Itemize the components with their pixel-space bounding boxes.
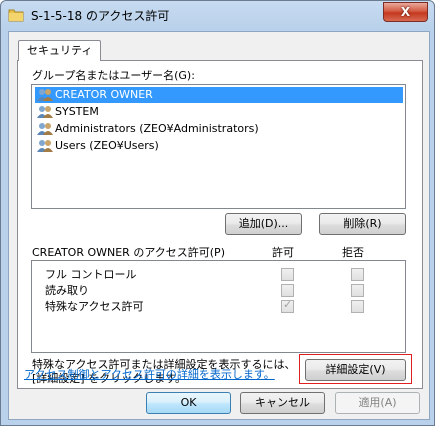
list-item[interactable]: Users (ZEO¥Users) <box>35 138 403 154</box>
user-group-icon <box>37 89 53 101</box>
folder-icon <box>8 9 24 22</box>
list-item-label: CREATOR OWNER <box>55 88 153 101</box>
list-item-label: SYSTEM <box>55 105 99 118</box>
allow-checkbox-special[interactable] <box>281 298 294 313</box>
security-tab-page: グループ名またはユーザー名(G): CREATOR OWNER SYSTEM A… <box>17 60 423 389</box>
permissions-header-label: CREATOR OWNER のアクセス許可(P) <box>32 246 225 259</box>
user-group-icon <box>37 140 53 152</box>
list-item[interactable]: SYSTEM <box>35 104 403 120</box>
deny-checkbox-special[interactable] <box>351 300 364 313</box>
list-item-label: Users (ZEO¥Users) <box>55 139 159 152</box>
ok-button[interactable]: OK <box>146 392 231 414</box>
apply-button[interactable]: 適用(A) <box>335 392 420 414</box>
tab-security[interactable]: セキュリティ <box>18 40 102 61</box>
permission-label: フル コントロール <box>45 268 137 281</box>
principals-label: グループ名またはユーザー名(G): <box>32 69 195 82</box>
close-icon: X <box>400 5 411 19</box>
list-item[interactable]: CREATOR OWNER <box>35 87 403 103</box>
permissions-list: フル コントロール 読み取り 特殊なアクセス許可 <box>31 260 406 353</box>
deny-checkbox-read[interactable] <box>351 284 364 297</box>
deny-column-header: 拒否 <box>342 246 364 259</box>
title-bar[interactable]: S-1-5-18 のアクセス許可 X <box>1 1 434 29</box>
help-link[interactable]: アクセス制御とアクセス許可の詳細を表示します。 <box>24 366 275 382</box>
permissions-dialog: S-1-5-18 のアクセス許可 X セキュリティ グループ名またはユーザー名(… <box>0 0 435 426</box>
list-item[interactable]: Administrators (ZEO¥Administrators) <box>35 121 403 137</box>
permission-label: 特殊なアクセス許可 <box>45 300 144 313</box>
permission-label: 読み取り <box>45 284 89 297</box>
advanced-button[interactable]: 詳細設定(V) <box>305 359 406 381</box>
allow-column-header: 許可 <box>272 246 294 259</box>
dialog-body: セキュリティ グループ名またはユーザー名(G): CREATOR OWNER S… <box>8 31 430 420</box>
close-button[interactable]: X <box>383 2 428 22</box>
deny-checkbox-full-control[interactable] <box>351 268 364 281</box>
allow-checkbox-full-control[interactable] <box>281 268 294 281</box>
remove-button[interactable]: 削除(R) <box>319 213 406 235</box>
list-item-label: Administrators (ZEO¥Administrators) <box>55 122 259 135</box>
user-group-icon <box>37 106 53 118</box>
window-title: S-1-5-18 のアクセス許可 <box>31 9 170 23</box>
cancel-button[interactable]: キャンセル <box>240 392 325 414</box>
allow-checkbox-read[interactable] <box>281 284 294 297</box>
user-group-icon <box>37 123 53 135</box>
add-button[interactable]: 追加(D)... <box>225 213 302 235</box>
principals-list[interactable]: CREATOR OWNER SYSTEM Administrators (ZEO… <box>31 84 406 209</box>
